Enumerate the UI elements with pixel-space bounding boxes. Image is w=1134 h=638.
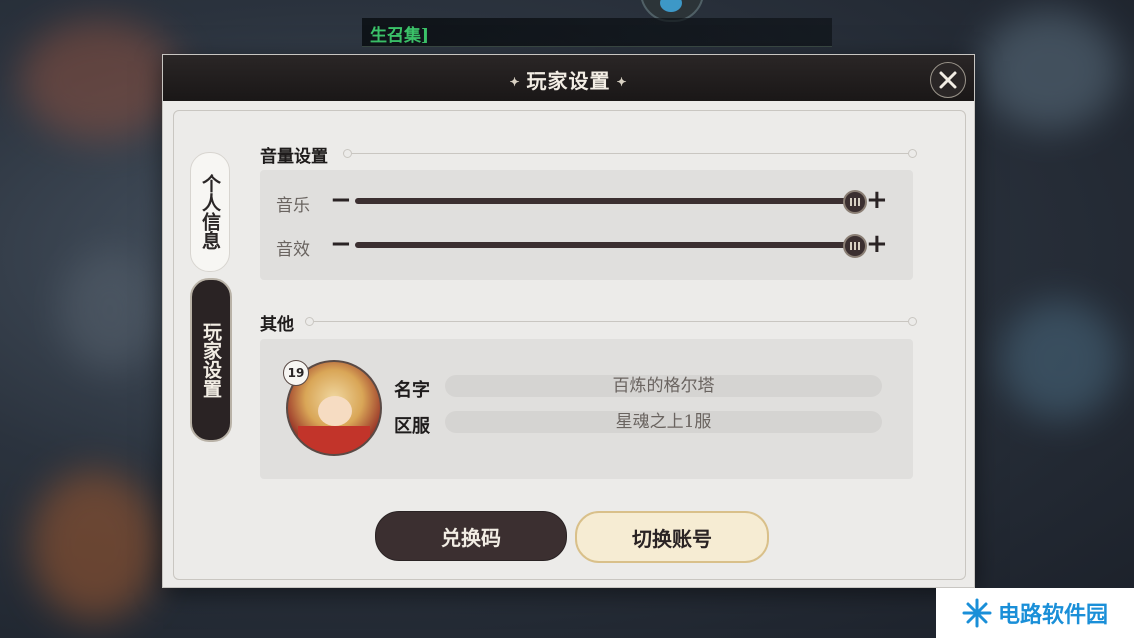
section-divider-dot [908,317,917,326]
name-label: 名字 [394,380,430,401]
avatar-scarf [298,426,370,454]
sfx-label: 音效 [276,240,310,260]
section-divider-dot [908,149,917,158]
sparkle-icon: ✦ [616,75,628,89]
section-divider-dot [343,149,352,158]
volume-section-title: 音量设置 [260,147,328,167]
other-section-title: 其他 [260,315,294,335]
top-banner: 生召集] [362,18,832,47]
dialog-header: ✦ 玩家设置 ✦ [163,55,974,101]
tab-personal-info-label: 个人信息 [199,174,221,250]
sfx-slider-thumb[interactable] [843,234,867,258]
dialog-title: ✦ 玩家设置 ✦ [163,65,974,94]
server-label: 区服 [394,416,430,437]
watermark-logo-icon [962,598,992,628]
sfx-increase-button[interactable]: + [866,231,888,257]
tab-player-settings[interactable]: 玩家设置 [190,278,232,442]
sfx-slider-track[interactable] [355,242,855,248]
section-divider-dot [305,317,314,326]
redeem-code-button[interactable]: 兑换码 [375,511,567,561]
redeem-code-label: 兑换码 [441,525,501,550]
watermark-text: 电路软件园 [997,603,1108,628]
server-value: 星魂之上1服 [445,411,882,433]
music-increase-button[interactable]: + [866,187,888,213]
sparkle-icon: ✦ [509,75,521,89]
dialog-title-text: 玩家设置 [526,69,611,93]
tab-player-settings-label: 玩家设置 [200,322,222,398]
section-divider [314,321,908,322]
name-value: 百炼的格尔塔 [445,375,882,397]
music-label: 音乐 [276,196,310,216]
close-button[interactable] [930,62,966,98]
sfx-decrease-button[interactable]: − [330,231,352,257]
music-decrease-button[interactable]: − [330,187,352,213]
close-icon [939,71,957,89]
avatar-face [318,396,352,426]
volume-panel [260,170,913,280]
switch-account-label: 切换账号 [632,526,712,551]
level-badge: 19 [283,360,309,386]
watermark: 电路软件园 [936,588,1134,638]
music-slider-track[interactable] [355,198,855,204]
top-banner-text: 生召集] [370,26,430,46]
music-slider-thumb[interactable] [843,190,867,214]
section-divider [352,153,908,154]
tab-personal-info[interactable]: 个人信息 [190,152,230,272]
switch-account-button[interactable]: 切换账号 [575,511,769,563]
